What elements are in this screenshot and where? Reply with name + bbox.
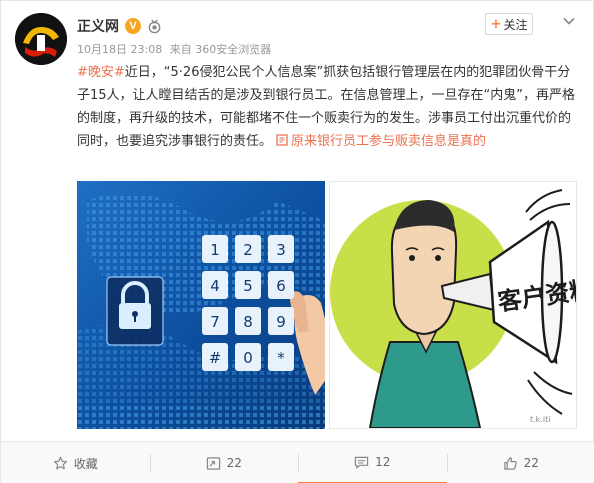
svg-text:1: 1 xyxy=(210,241,220,259)
svg-text:8: 8 xyxy=(243,313,253,331)
comment-count: 12 xyxy=(375,455,391,469)
svg-text:9: 9 xyxy=(276,313,286,331)
avatar-logo-icon xyxy=(15,13,67,65)
svg-text:3: 3 xyxy=(276,241,286,259)
medal-icon[interactable] xyxy=(147,18,162,34)
comment-button[interactable]: 12 xyxy=(298,442,447,483)
keypad-key: 7 xyxy=(202,307,228,335)
plus-icon: + xyxy=(490,16,502,32)
keypad-key: # xyxy=(202,343,228,371)
like-count: 22 xyxy=(523,456,539,470)
keypad-key: 2 xyxy=(235,235,261,263)
image-watermark: t.k.iti xyxy=(530,415,550,424)
keypad-key: 4 xyxy=(202,271,228,299)
avatar[interactable] xyxy=(15,13,67,65)
follow-label: 关注 xyxy=(503,17,528,32)
favorite-button[interactable]: 收藏 xyxy=(1,442,150,483)
post-date[interactable]: 10月18日 23:08 xyxy=(77,43,162,56)
svg-text:*: * xyxy=(277,349,285,367)
keypad-key: 0 xyxy=(235,343,261,371)
keypad-key: * xyxy=(268,343,294,371)
keypad-key: 3 xyxy=(268,235,294,263)
author-name[interactable]: 正义网 xyxy=(77,16,119,36)
keypad-key: 8 xyxy=(235,307,261,335)
svg-text:5: 5 xyxy=(243,277,253,295)
post-text: #晚安#近日，“5·26侵犯公民个人信息案”抓获包括银行管理层在内的犯罪团伙骨干… xyxy=(77,61,583,153)
megaphone-cartoon: 客户资料 t.k.iti xyxy=(330,182,576,428)
weibo-post-card: 正义网 V 10月18日 23:08 来自 360安全浏览器 + 关注 #晚安#… xyxy=(0,0,594,483)
favorite-label: 收藏 xyxy=(73,456,98,471)
svg-text:7: 7 xyxy=(210,313,220,331)
keypad-key: 5 xyxy=(235,271,261,299)
post-meta: 10月18日 23:08 来自 360安全浏览器 xyxy=(77,41,271,57)
comment-icon xyxy=(354,456,369,469)
hashtag-link[interactable]: #晚安# xyxy=(77,65,125,80)
svg-text:#: # xyxy=(209,349,222,367)
action-bar: 收藏 22 12 22 xyxy=(1,441,594,483)
keypad-key: 1 xyxy=(202,235,228,263)
verified-badge-icon: V xyxy=(125,18,141,34)
star-icon xyxy=(53,456,67,469)
article-link[interactable]: 原来银行员工参与贩卖信息是真的 xyxy=(291,134,486,149)
like-button[interactable]: 22 xyxy=(446,442,594,483)
post-source[interactable]: 360安全浏览器 xyxy=(195,43,271,56)
thumbs-up-icon xyxy=(503,456,517,470)
article-link-icon xyxy=(276,134,288,146)
repost-icon xyxy=(206,456,220,470)
keypad-key: 9 xyxy=(268,307,294,335)
repost-count: 22 xyxy=(226,456,242,470)
chevron-down-icon[interactable] xyxy=(561,13,577,29)
svg-text:6: 6 xyxy=(276,277,286,295)
keypad-illustration: 1 2 3 4 5 6 7 8 9 # 0 * xyxy=(77,181,325,429)
post-image-keypad[interactable]: 1 2 3 4 5 6 7 8 9 # 0 * xyxy=(77,181,325,429)
post-image-megaphone[interactable]: 客户资料 t.k.iti xyxy=(329,181,577,429)
follow-button[interactable]: + 关注 xyxy=(485,13,533,35)
svg-text:0: 0 xyxy=(243,349,253,367)
repost-button[interactable]: 22 xyxy=(149,442,299,483)
keypad-key: 6 xyxy=(268,271,294,299)
svg-text:4: 4 xyxy=(210,277,220,295)
svg-text:2: 2 xyxy=(243,241,253,259)
source-prefix: 来自 xyxy=(169,43,192,56)
author-row: 正义网 V xyxy=(77,15,162,37)
